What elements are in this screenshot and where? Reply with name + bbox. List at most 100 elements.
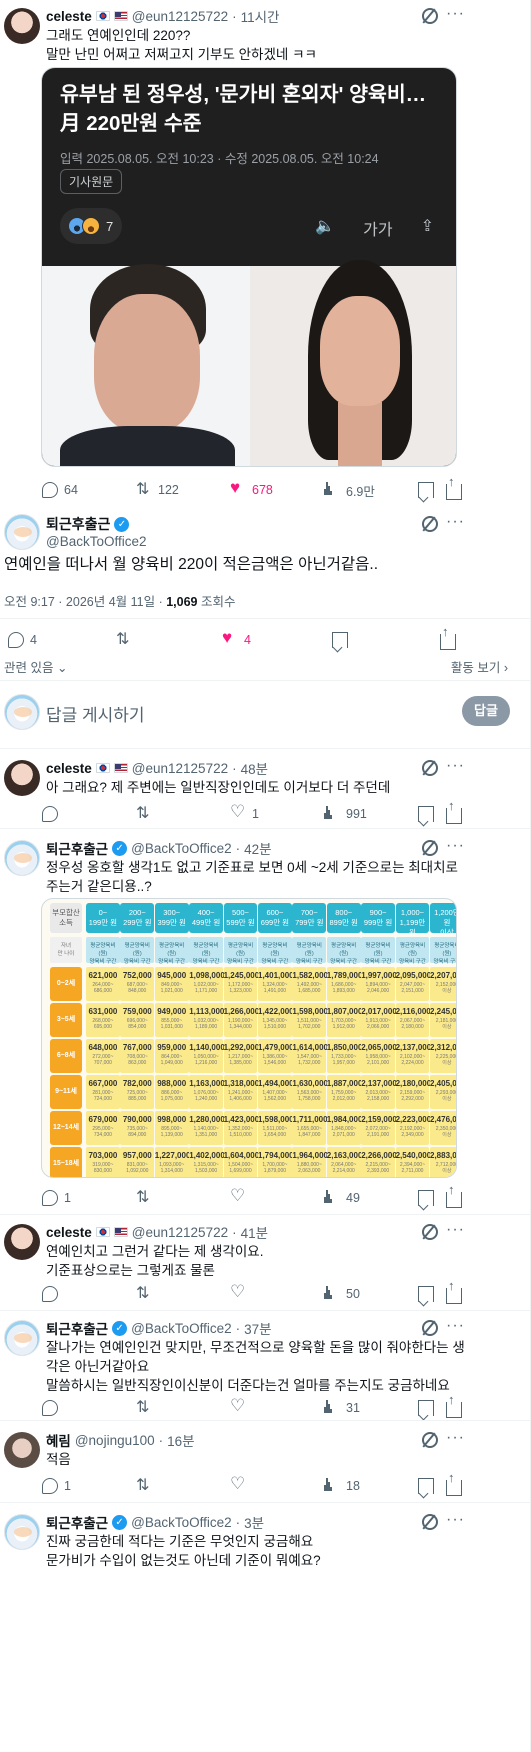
- timestamp[interactable]: 48분: [241, 758, 268, 778]
- retweet-button[interactable]: [136, 1283, 152, 1304]
- share-icon[interactable]: ⇪: [421, 216, 434, 240]
- grok-icon[interactable]: [422, 760, 438, 776]
- activity-link[interactable]: 활동 보기 ›: [451, 657, 508, 676]
- timestamp[interactable]: 41분: [241, 1222, 268, 1242]
- grok-icon[interactable]: [422, 1432, 438, 1448]
- tweet-post-4[interactable]: celeste @eun12125722 · 41분 ··· 연예인치고 그런거…: [0, 1222, 530, 1306]
- retweet-button[interactable]: [136, 803, 152, 824]
- handle[interactable]: @BackToOffice2: [131, 1515, 232, 1530]
- like-button[interactable]: [230, 1474, 246, 1496]
- timestamp[interactable]: 42분: [244, 838, 271, 858]
- share-button[interactable]: [446, 1182, 462, 1208]
- display-name[interactable]: 혜림: [46, 1430, 71, 1450]
- grok-icon[interactable]: [422, 840, 438, 856]
- display-name[interactable]: 퇴근후출근: [46, 838, 108, 858]
- child-support-table-image[interactable]: 부모합산 소득 자녀 만 나이 0~ 199만 원 평균양육비(원) 양육비 구간 20…: [41, 898, 457, 1178]
- timestamp[interactable]: 3분: [244, 1512, 264, 1532]
- like-button[interactable]: [230, 1396, 246, 1418]
- news-card[interactable]: 유부남 된 정우성, '문가비 혼외자' 양육비… 月 220만원 수준 입력 …: [41, 67, 457, 467]
- handle[interactable]: @eun12125722: [132, 1225, 228, 1240]
- like-button[interactable]: [230, 1186, 246, 1208]
- grok-icon[interactable]: [422, 1224, 438, 1240]
- more-icon[interactable]: ···: [446, 1430, 465, 1446]
- reply-button[interactable]: [42, 804, 58, 824]
- share-button[interactable]: [440, 624, 456, 650]
- tweet-post-6[interactable]: 혜림 @nojingu100 · 16분 ··· 적음 1 18: [0, 1430, 530, 1496]
- bookmark-button[interactable]: [418, 1284, 434, 1304]
- font-size-button[interactable]: 가가: [363, 216, 392, 240]
- like-button[interactable]: [230, 1282, 246, 1304]
- like-button[interactable]: 678: [230, 478, 273, 500]
- reaction-button[interactable]: 7: [60, 208, 122, 244]
- display-name[interactable]: 퇴근후출근: [46, 1512, 108, 1532]
- handle[interactable]: @nojingu100: [75, 1433, 155, 1448]
- timestamp[interactable]: 16분: [167, 1430, 194, 1450]
- more-icon[interactable]: ···: [446, 838, 465, 854]
- tweet-post-5[interactable]: 퇴근후출근 ✓ @BackToOffice2 · 37분 ··· 잘나가는 연예…: [0, 1318, 530, 1420]
- display-name[interactable]: 퇴근후출근: [46, 1318, 108, 1338]
- share-button[interactable]: [446, 474, 462, 500]
- avatar[interactable]: [4, 1320, 40, 1356]
- handle[interactable]: @eun12125722: [132, 9, 228, 24]
- avatar[interactable]: [4, 8, 40, 44]
- tweet-post-2[interactable]: celeste @eun12125722 · 48분 ··· 아 그래요? 제 …: [0, 758, 530, 824]
- timestamp[interactable]: 37분: [244, 1318, 271, 1338]
- related-link[interactable]: 관련 있음 ⌄: [4, 657, 67, 676]
- more-icon[interactable]: ···: [446, 1222, 465, 1238]
- grok-icon[interactable]: [422, 516, 438, 532]
- reply-button[interactable]: 64: [42, 480, 78, 500]
- handle[interactable]: @BackToOffice2: [46, 534, 147, 549]
- views-button[interactable]: 49: [324, 1188, 360, 1208]
- more-icon[interactable]: ···: [446, 758, 465, 774]
- retweet-button[interactable]: [136, 1397, 152, 1418]
- like-button[interactable]: 1: [230, 802, 259, 824]
- handle[interactable]: @eun12125722: [132, 761, 228, 776]
- reply-button[interactable]: 1: [42, 1476, 71, 1496]
- bookmark-button[interactable]: [418, 1188, 434, 1208]
- retweet-button[interactable]: [136, 1475, 152, 1496]
- grok-icon[interactable]: [422, 8, 438, 24]
- avatar[interactable]: [4, 840, 40, 876]
- tweet-post-1[interactable]: celeste @eun12125722 · 11시간 ··· 그래도 연예인인…: [0, 6, 530, 502]
- grok-icon[interactable]: [422, 1320, 438, 1336]
- reply-submit-button[interactable]: 답글: [462, 696, 510, 726]
- avatar[interactable]: [4, 1514, 40, 1550]
- bookmark-button[interactable]: [418, 804, 434, 824]
- speaker-icon[interactable]: 🔈: [315, 216, 335, 240]
- display-name[interactable]: 퇴근후출근: [46, 514, 110, 534]
- reply-button[interactable]: 1: [42, 1188, 71, 1208]
- display-name[interactable]: celeste: [46, 1225, 92, 1240]
- reply-button[interactable]: [42, 1398, 58, 1418]
- share-button[interactable]: [446, 1278, 462, 1304]
- views-button[interactable]: 6.9만: [324, 480, 375, 500]
- display-name[interactable]: celeste: [46, 761, 92, 776]
- more-icon[interactable]: ···: [446, 6, 465, 22]
- share-button[interactable]: [446, 1392, 462, 1418]
- reply-button[interactable]: [42, 1284, 58, 1304]
- avatar[interactable]: [4, 1224, 40, 1260]
- bookmark-button[interactable]: [418, 1398, 434, 1418]
- tweet-post-7[interactable]: 퇴근후출근 ✓ @BackToOffice2 · 3분 ··· 진짜 궁금한데 …: [0, 1512, 530, 1572]
- like-button[interactable]: 4: [222, 628, 251, 650]
- retweet-button[interactable]: [136, 1187, 152, 1208]
- handle[interactable]: @BackToOffice2: [131, 841, 232, 856]
- source-button[interactable]: 기사원문: [60, 169, 123, 194]
- avatar[interactable]: [4, 760, 40, 796]
- retweet-button[interactable]: 122: [136, 479, 179, 500]
- reply-button[interactable]: 4: [8, 630, 37, 650]
- reply-input[interactable]: 답글 게시하기: [46, 701, 145, 726]
- bookmark-button[interactable]: [418, 480, 434, 500]
- more-icon[interactable]: ···: [446, 1318, 465, 1334]
- more-icon[interactable]: ···: [446, 1512, 465, 1528]
- grok-icon[interactable]: [422, 1514, 438, 1530]
- handle[interactable]: @BackToOffice2: [131, 1321, 232, 1336]
- avatar[interactable]: [4, 514, 40, 550]
- bookmark-button[interactable]: [332, 630, 348, 650]
- bookmark-button[interactable]: [418, 1476, 434, 1496]
- retweet-button[interactable]: [116, 629, 132, 650]
- views-button[interactable]: 18: [324, 1476, 360, 1496]
- timestamp[interactable]: 오전 9:17 · 2026년 4월 11일 ·: [4, 595, 166, 609]
- share-button[interactable]: [446, 1470, 462, 1496]
- more-icon[interactable]: ···: [446, 514, 465, 530]
- timestamp[interactable]: 11시간: [241, 6, 280, 26]
